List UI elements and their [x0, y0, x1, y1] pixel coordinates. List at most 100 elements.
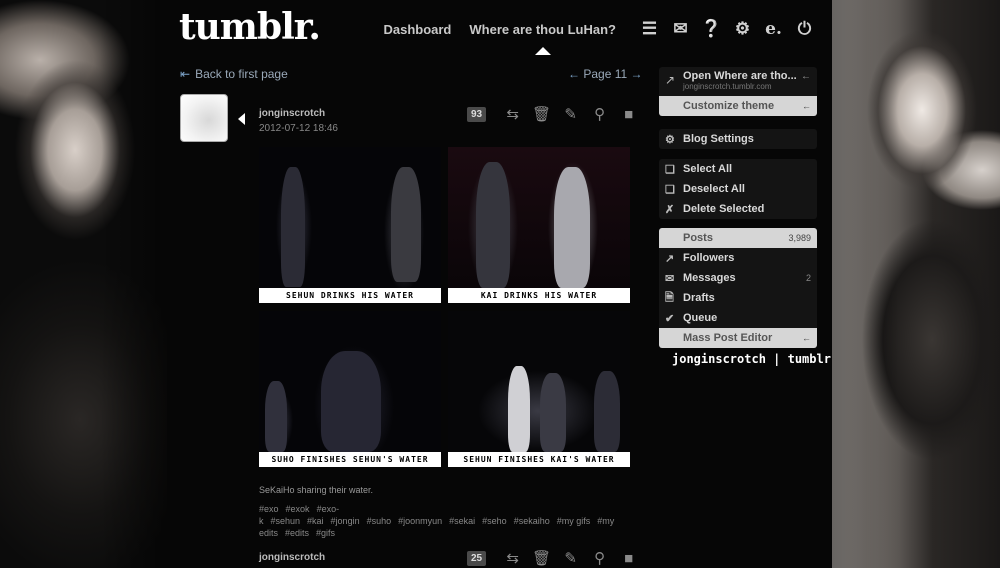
- sidebar-item-posts[interactable]: Posts 3,989: [659, 228, 817, 248]
- mass-editor-label: Mass Post Editor: [683, 332, 773, 344]
- delete-selected-button[interactable]: ✗ Delete Selected: [659, 199, 817, 219]
- gif-caption: Sehun finishes Kai's water: [448, 452, 630, 467]
- arrow-left-icon: ⇤: [180, 67, 191, 81]
- arrow-left-icon: ←: [802, 101, 811, 111]
- gif-image[interactable]: Sehun drinks his water: [259, 147, 441, 303]
- help-icon[interactable]: ❔: [696, 19, 727, 39]
- reblog-icon[interactable]: ⇆: [498, 549, 527, 567]
- tag-link[interactable]: #suho: [367, 516, 392, 526]
- gif-image[interactable]: Kai drinks his water: [448, 147, 630, 303]
- blog-settings-label: Blog Settings: [683, 133, 754, 145]
- sidebar-item-followers[interactable]: ↗ Followers: [659, 248, 817, 268]
- post-date: 2012-07-12 18:46: [259, 123, 338, 134]
- tag-link[interactable]: #my gifs: [557, 516, 591, 526]
- blog-signature: jonginscrotch | tumblr: [672, 352, 831, 366]
- sidebar-item-messages[interactable]: ✉ Messages 2: [659, 268, 817, 288]
- select-square-icon[interactable]: ■: [614, 106, 643, 123]
- tag-link[interactable]: #seho: [482, 516, 507, 526]
- reblog-icon[interactable]: ⇆: [498, 105, 527, 123]
- tag-link[interactable]: #kai: [307, 516, 324, 526]
- check-circle-icon: ✔: [665, 312, 675, 325]
- mail-icon: ✉: [665, 272, 675, 285]
- select-square-icon[interactable]: ■: [614, 550, 643, 567]
- arrow-left-icon: ←: [801, 71, 811, 82]
- select-all-button[interactable]: ❏ Select All: [659, 159, 817, 179]
- gif-caption: Sehun drinks his water: [259, 288, 441, 303]
- messages-count: 2: [805, 273, 811, 283]
- caret-icon: [238, 113, 245, 125]
- arrow-right-icon[interactable]: →: [631, 67, 643, 81]
- right-background-photo: [832, 0, 1000, 568]
- tumblr-logo[interactable]: tumblr.: [179, 6, 321, 48]
- tag-link[interactable]: #sekaiho: [514, 516, 550, 526]
- gear-icon[interactable]: ⚙: [727, 19, 758, 39]
- arrow-left-icon[interactable]: ←: [568, 67, 580, 81]
- top-nav: Dashboard Where are thou LuHan? ☰ ✉ ❔ ⚙ …: [383, 19, 820, 55]
- open-blog-title: Open Where are tho...: [683, 70, 797, 82]
- chart-icon: ↗: [665, 252, 675, 265]
- edit-icon[interactable]: ✎: [556, 549, 585, 567]
- tag-link[interactable]: #sehun: [271, 516, 301, 526]
- sidebar-blog-menu: Posts 3,989 ↗ Followers ✉ Messages 2 🗎 D…: [659, 228, 817, 358]
- sidebar-item-drafts[interactable]: 🗎 Drafts: [659, 288, 817, 308]
- delete-icon[interactable]: 🗑: [527, 549, 556, 567]
- tag-link[interactable]: #sekai: [449, 516, 475, 526]
- deselect-all-label: Deselect All: [683, 183, 745, 195]
- tag-link[interactable]: #gifs: [316, 528, 335, 538]
- mail-icon[interactable]: ✉: [665, 19, 696, 39]
- delete-icon[interactable]: 🗑: [527, 105, 556, 123]
- post-username[interactable]: jonginscrotch: [259, 552, 325, 563]
- tag-link[interactable]: #joonmyun: [398, 516, 442, 526]
- tag-link[interactable]: #edits: [285, 528, 309, 538]
- dashboard-main: tumblr. Dashboard Where are thou LuHan? …: [167, 0, 832, 568]
- delete-selected-icon: ✗: [665, 203, 675, 216]
- open-blog-link[interactable]: ↗ Open Where are tho... jonginscrotch.tu…: [659, 67, 817, 96]
- messages-label: Messages: [683, 272, 736, 284]
- power-icon[interactable]: ⏻: [789, 19, 820, 39]
- post-controls: 93 ⇆ 🗑 ✎ ⚲ ■: [467, 105, 643, 123]
- post-tags: #exo #exok #exo-k #sehun #kai #jongin #suho #jo…: [259, 503, 619, 539]
- nav-blog[interactable]: Where are thou LuHan?: [469, 22, 616, 55]
- gif-caption: Kai drinks his water: [448, 288, 630, 303]
- select-all-label: Select All: [683, 163, 733, 175]
- gif-image[interactable]: Sehun finishes Kai's water: [448, 311, 630, 467]
- posts-label: Posts: [683, 232, 713, 244]
- customize-theme-label: Customize theme: [683, 100, 775, 112]
- sidebar-item-mass-post-editor[interactable]: Mass Post Editor ←: [659, 328, 817, 348]
- nav-dashboard[interactable]: Dashboard: [383, 22, 451, 37]
- e-icon[interactable]: e.: [758, 19, 789, 39]
- tag-link[interactable]: #exo: [259, 504, 279, 514]
- blog-settings-button[interactable]: ⚙ Blog Settings: [659, 129, 817, 149]
- sidebar-settings-group: ⚙ Blog Settings: [659, 129, 817, 159]
- document-icon: 🗎: [665, 291, 674, 304]
- edit-icon[interactable]: ✎: [556, 105, 585, 123]
- back-to-first-page-link[interactable]: ⇤ Back to first page: [180, 67, 288, 81]
- open-blog-url: jonginscrotch.tumblr.com: [683, 82, 772, 91]
- sidebar-selection-group: ❏ Select All ❏ Deselect All ✗ Delete Sel…: [659, 159, 817, 229]
- post-controls: 25 ⇆ 🗑 ✎ ⚲ ■: [467, 549, 643, 567]
- deselect-all-icon: ❏: [665, 183, 675, 196]
- tag-link[interactable]: #exok: [286, 504, 310, 514]
- delete-selected-label: Delete Selected: [683, 203, 765, 215]
- avatar[interactable]: [180, 94, 228, 142]
- gif-image[interactable]: Suho finishes Sehun's water: [259, 311, 441, 467]
- left-background-photo: [0, 0, 167, 568]
- notes-count-badge[interactable]: 25: [467, 550, 487, 566]
- arrow-left-icon: ←: [802, 333, 811, 343]
- search-icon[interactable]: ⚲: [585, 549, 614, 567]
- deselect-all-button[interactable]: ❏ Deselect All: [659, 179, 817, 199]
- notes-count-badge[interactable]: 93: [467, 106, 487, 122]
- search-icon[interactable]: ⚲: [585, 105, 614, 123]
- drafts-label: Drafts: [683, 292, 715, 304]
- list-icon[interactable]: ☰: [634, 19, 665, 39]
- gif-caption: Suho finishes Sehun's water: [259, 452, 441, 467]
- queue-label: Queue: [683, 312, 718, 324]
- post-username[interactable]: jonginscrotch: [259, 108, 325, 119]
- posts-count: 3,989: [788, 233, 811, 243]
- customize-theme-button[interactable]: Customize theme ←: [659, 96, 817, 116]
- tag-link[interactable]: #jongin: [331, 516, 360, 526]
- post-caption: SeKaiHo sharing their water.: [259, 485, 374, 495]
- page-nav[interactable]: ← Page 11 →: [568, 67, 643, 81]
- sidebar-item-queue[interactable]: ✔ Queue: [659, 308, 817, 328]
- page-number: Page 11: [583, 67, 628, 81]
